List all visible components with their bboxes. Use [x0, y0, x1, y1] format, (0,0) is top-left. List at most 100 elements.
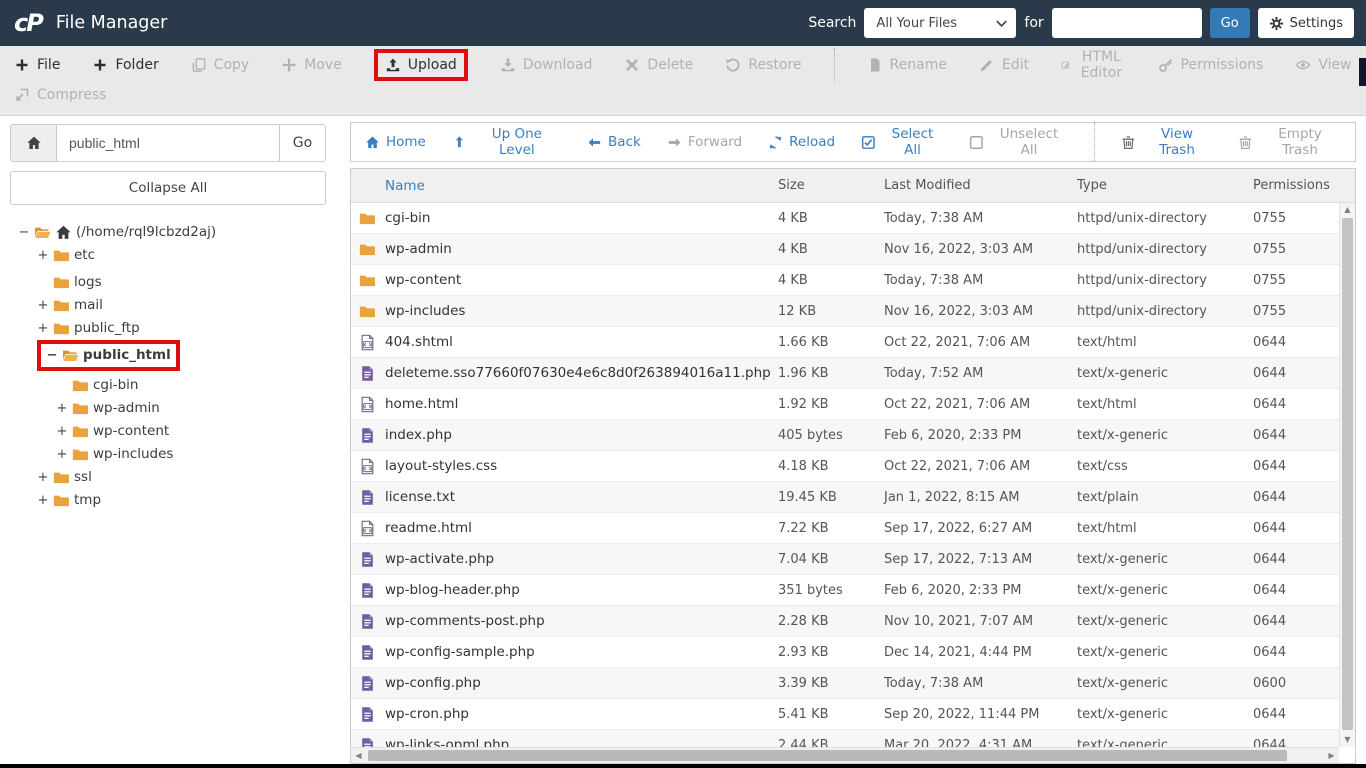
tree-item-wp-admin[interactable]: + wp-admin: [10, 397, 326, 420]
settings-button[interactable]: Settings: [1257, 8, 1354, 38]
column-header-last-modified[interactable]: Last Modified: [884, 178, 1077, 193]
tree-item-label[interactable]: logs: [74, 271, 102, 294]
file-row-wp-content[interactable]: wp-content 4 KB Today, 7:38 AM httpd/unix-d…: [351, 265, 1339, 296]
path-input[interactable]: [57, 125, 279, 161]
file-row-wp-admin[interactable]: wp-admin 4 KB Nov 16, 2022, 3:03 AM httpd/u…: [351, 234, 1339, 265]
nav-forward-button[interactable]: Forward: [667, 134, 742, 150]
file-row-wp-comments-post-php[interactable]: wp-comments-post.php 2.28 KB Nov 10, 2021,…: [351, 606, 1339, 637]
home-directory-button[interactable]: [11, 125, 57, 161]
column-header-size[interactable]: Size: [778, 178, 884, 193]
tree-item-home-rql9lcbzd2aj[interactable]: − (/home/rql9lcbzd2aj): [10, 221, 326, 244]
tree-item-wp-content[interactable]: + wp-content: [10, 420, 326, 443]
tree-item-cgi-bin[interactable]: cgi-bin: [10, 371, 326, 398]
file-name[interactable]: deleteme.sso77660f07630e4e6c8d0f26389401…: [385, 365, 778, 381]
toolbar-permissions-button[interactable]: Permissions: [1158, 55, 1263, 75]
file-name[interactable]: wp-config.php: [385, 675, 778, 691]
tree-item-ssl[interactable]: + ssl: [10, 466, 326, 489]
file-name[interactable]: wp-includes: [385, 303, 778, 319]
expand-icon[interactable]: +: [37, 244, 49, 267]
tree-item-label[interactable]: tmp: [74, 489, 101, 512]
tree-item-label[interactable]: public_ftp: [74, 317, 140, 340]
toolbar-file-button[interactable]: File: [14, 55, 60, 75]
tree-item-etc[interactable]: + etc: [10, 244, 326, 267]
file-name[interactable]: wp-blog-header.php: [385, 582, 778, 598]
tree-item-public-ftp[interactable]: + public_ftp: [10, 317, 326, 340]
expand-icon[interactable]: +: [37, 489, 49, 512]
search-input[interactable]: [1051, 8, 1202, 38]
tree-item-label[interactable]: etc: [74, 244, 95, 267]
horizontal-scrollbar-thumb[interactable]: [368, 750, 1287, 761]
tree-item-label[interactable]: cgi-bin: [93, 374, 139, 397]
toolbar-delete-button[interactable]: Delete: [624, 55, 693, 75]
nav-select-all-button[interactable]: Select All: [861, 126, 943, 158]
file-name[interactable]: license.txt: [385, 489, 778, 505]
vertical-scrollbar-thumb[interactable]: [1342, 218, 1353, 730]
nav-up-one-level-button[interactable]: Up One Level: [452, 126, 561, 158]
file-row-cgi-bin[interactable]: cgi-bin 4 KB Today, 7:38 AM httpd/unix-dire…: [351, 203, 1339, 234]
toolbar-folder-button[interactable]: Folder: [92, 55, 159, 75]
file-name[interactable]: wp-content: [385, 272, 778, 288]
scroll-right-icon[interactable]: ▶: [1324, 748, 1339, 763]
file-name[interactable]: cgi-bin: [385, 210, 778, 226]
expand-icon[interactable]: +: [56, 443, 68, 466]
path-go-button[interactable]: Go: [279, 125, 325, 161]
file-row-deleteme-sso77660f07630e4e6c8d0f263894016a11-php[interactable]: deleteme.sso77660f07630e4e6c8d0f26389401…: [351, 358, 1339, 389]
tree-item-label[interactable]: wp-admin: [93, 397, 160, 420]
file-name[interactable]: readme.html: [385, 520, 778, 536]
file-row-wp-activate-php[interactable]: wp-activate.php 7.04 KB Sep 17, 2022, 7:13…: [351, 544, 1339, 575]
horizontal-scrollbar[interactable]: ◀ ▶: [351, 747, 1339, 763]
tree-item-label[interactable]: public_html: [83, 344, 171, 367]
collapse-icon[interactable]: −: [46, 344, 58, 367]
toolbar-upload-button[interactable]: Upload: [385, 55, 457, 75]
toolbar-edit-button[interactable]: Edit: [979, 55, 1029, 75]
column-header-type[interactable]: Type: [1077, 178, 1253, 193]
toolbar-rename-button[interactable]: Rename: [867, 55, 947, 75]
file-row-wp-includes[interactable]: wp-includes 12 KB Nov 16, 2022, 3:03 AM htt…: [351, 296, 1339, 327]
tree-item-public-html[interactable]: − public_html: [10, 339, 326, 371]
file-name[interactable]: wp-config-sample.php: [385, 644, 778, 660]
scroll-left-icon[interactable]: ◀: [351, 748, 366, 763]
tree-item-label[interactable]: (/home/rql9lcbzd2aj): [76, 221, 216, 244]
nav-empty-trash-button[interactable]: Empty Trash: [1238, 126, 1341, 158]
search-go-button[interactable]: Go: [1209, 8, 1250, 38]
file-name[interactable]: wp-comments-post.php: [385, 613, 778, 629]
file-row-layout-styles-css[interactable]: layout-styles.css 4.18 KB Oct 22, 2021, 7:…: [351, 451, 1339, 482]
file-name[interactable]: 404.shtml: [385, 334, 778, 350]
vertical-scrollbar[interactable]: ▲ ▼: [1339, 203, 1355, 747]
tree-item-tmp[interactable]: + tmp: [10, 489, 326, 512]
tree-item-label[interactable]: ssl: [74, 466, 92, 489]
tree-item-label[interactable]: wp-content: [93, 420, 169, 443]
nav-view-trash-button[interactable]: View Trash: [1121, 126, 1212, 158]
toolbar-restore-button[interactable]: Restore: [725, 55, 802, 75]
expand-icon[interactable]: +: [37, 294, 49, 317]
expand-icon[interactable]: +: [56, 397, 68, 420]
collapse-all-button[interactable]: Collapse All: [10, 171, 326, 205]
toolbar-download-button[interactable]: Download: [500, 55, 592, 75]
collapse-icon[interactable]: −: [18, 221, 30, 244]
scroll-down-icon[interactable]: ▼: [1340, 733, 1355, 747]
column-header-permissions[interactable]: Permissions: [1253, 178, 1339, 193]
file-row-wp-blog-header-php[interactable]: wp-blog-header.php 351 bytes Feb 6, 2020, …: [351, 575, 1339, 606]
tree-item-mail[interactable]: + mail: [10, 294, 326, 317]
column-header-name[interactable]: Name: [385, 178, 778, 194]
tree-item-wp-includes[interactable]: + wp-includes: [10, 443, 326, 466]
tree-item-label[interactable]: mail: [74, 294, 103, 317]
file-name[interactable]: index.php: [385, 427, 778, 443]
file-row-wp-config-sample-php[interactable]: wp-config-sample.php 2.93 KB Dec 14, 2021,…: [351, 637, 1339, 668]
toolbar-move-button[interactable]: Move: [281, 55, 342, 75]
tree-item-logs[interactable]: logs: [10, 267, 326, 294]
file-name[interactable]: wp-admin: [385, 241, 778, 257]
file-row-404-shtml[interactable]: 404.shtml 1.66 KB Oct 22, 2021, 7:06 AM tex…: [351, 327, 1339, 358]
file-row-readme-html[interactable]: readme.html 7.22 KB Sep 17, 2022, 6:27 AM t…: [351, 513, 1339, 544]
expand-icon[interactable]: +: [56, 420, 68, 443]
file-name[interactable]: wp-cron.php: [385, 706, 778, 722]
file-row-license-txt[interactable]: license.txt 19.45 KB Jan 1, 2022, 8:15 AM t…: [351, 482, 1339, 513]
toolbar-copy-button[interactable]: Copy: [191, 55, 249, 75]
expand-icon[interactable]: +: [37, 466, 49, 489]
tree-item-label[interactable]: wp-includes: [93, 443, 173, 466]
nav-back-button[interactable]: Back: [587, 134, 641, 150]
nav-unselect-all-button[interactable]: Unselect All: [969, 126, 1068, 158]
file-name[interactable]: wp-links-opml.php: [385, 737, 778, 747]
toolbar-html-editor-button[interactable]: HTML Editor: [1061, 47, 1125, 83]
file-row-wp-cron-php[interactable]: wp-cron.php 5.41 KB Sep 20, 2022, 11:44 PM…: [351, 699, 1339, 730]
